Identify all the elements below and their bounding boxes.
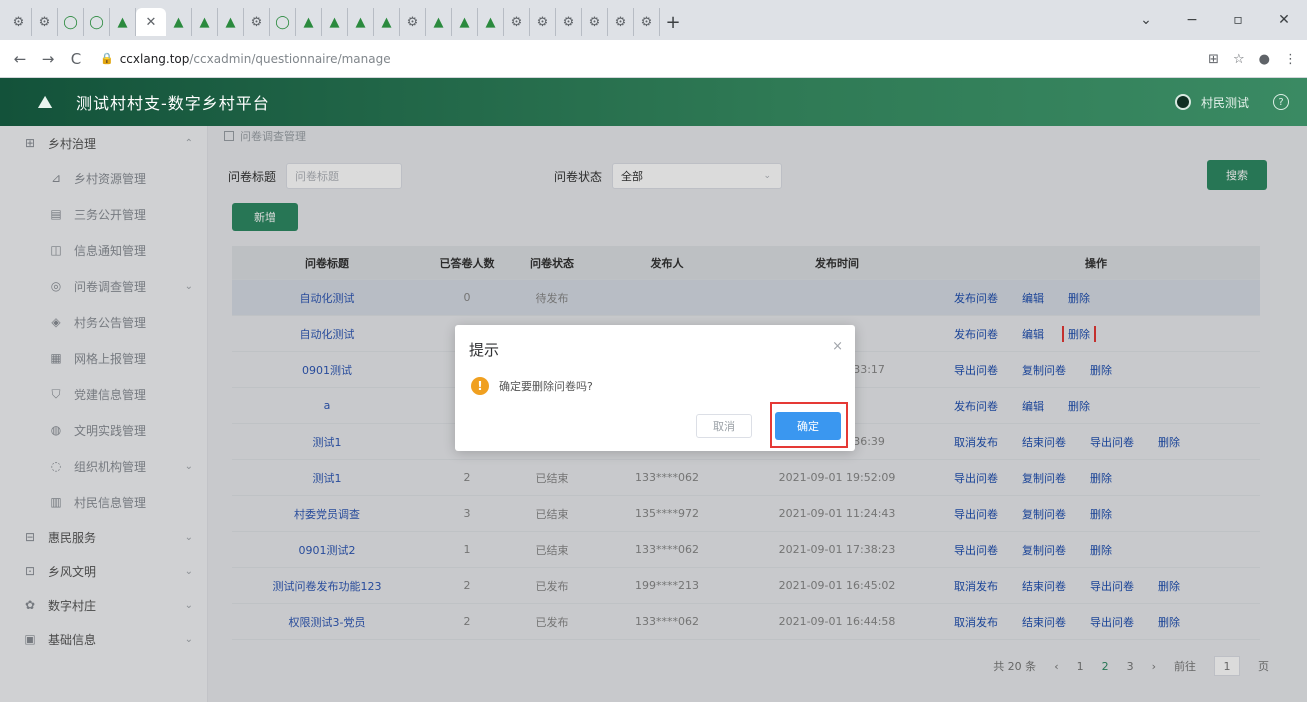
dialog-message-text: 确定要删除问卷吗? <box>499 380 593 393</box>
close-icon[interactable]: × <box>832 339 843 354</box>
tab-favicon-icon: ⚙ <box>562 14 575 30</box>
tab-favicon-icon: ▲ <box>355 14 366 30</box>
dialog-message: ! 确定要删除问卷吗? <box>471 377 593 395</box>
confirm-dialog: 提示 × ! 确定要删除问卷吗? 取消 确定 <box>455 325 855 451</box>
browser-tab-strip: ⚙ ⚙ ◯ ◯ ▲ ✕ ▲ ▲ ▲ ⚙ ◯ ▲ ▲ ▲ ▲ ⚙ ▲ ▲ ▲ ⚙ ⚙ ⚙ ⚙ ⚙ ⚙ + <box>0 0 1307 40</box>
tab-favicon-icon: ▲ <box>199 14 210 30</box>
tab-favicon-icon: ⚙ <box>12 14 25 30</box>
warning-icon: ! <box>471 377 489 395</box>
browser-tab[interactable]: ◯ <box>84 8 110 36</box>
tab-favicon-icon: ◯ <box>89 14 104 30</box>
close-tab-icon[interactable]: ✕ <box>146 15 157 30</box>
tab-favicon-icon: ◯ <box>275 14 290 30</box>
user-area: 村民测试 ? <box>1174 78 1289 126</box>
browser-tab[interactable]: ⚙ <box>582 8 608 36</box>
browser-menu-icon[interactable]: ⋮ <box>1284 52 1297 67</box>
back-button[interactable]: ← <box>6 45 34 73</box>
tab-favicon-icon: ⚙ <box>640 14 653 30</box>
avatar[interactable] <box>1174 94 1191 110</box>
tab-favicon-icon: ▲ <box>381 14 392 30</box>
tab-favicon-icon: ▲ <box>117 14 128 30</box>
minimize-button[interactable]: − <box>1169 0 1215 40</box>
lock-icon: 🔒 <box>100 52 114 65</box>
browser-tab[interactable]: ⚙ <box>6 8 32 36</box>
tab-search-icon[interactable]: ⌄ <box>1123 0 1169 40</box>
browser-tab[interactable]: ⚙ <box>32 8 58 36</box>
app-header: ⛰ 测试村村支-数字乡村平台 村民测试 ? <box>0 78 1307 126</box>
tab-favicon-icon: ▲ <box>485 14 496 30</box>
tab-favicon-icon: ▲ <box>303 14 314 30</box>
toolbar-right: ⊞ ☆ ● ⋮ <box>1208 40 1297 78</box>
tab-favicon-icon: ▲ <box>459 14 470 30</box>
new-tab-button[interactable]: + <box>660 8 686 36</box>
browser-tab[interactable]: ▲ <box>110 8 136 36</box>
tab-list: ⚙ ⚙ ◯ ◯ ▲ ✕ ▲ ▲ ▲ ⚙ ◯ ▲ ▲ ▲ ▲ ⚙ ▲ ▲ ▲ ⚙ ⚙ ⚙ ⚙ ⚙ ⚙ <box>6 4 660 36</box>
browser-tab[interactable]: ◯ <box>58 8 84 36</box>
url-host: ccxlang.top <box>119 51 190 66</box>
app-title: 测试村村支-数字乡村平台 <box>76 94 270 113</box>
browser-tab[interactable]: ▲ <box>348 8 374 36</box>
close-window-button[interactable]: ✕ <box>1261 0 1307 40</box>
browser-tab[interactable]: ▲ <box>322 8 348 36</box>
browser-tab[interactable]: ◯ <box>270 8 296 36</box>
browser-tab-active[interactable]: ✕ <box>136 8 166 36</box>
user-name[interactable]: 村民测试 <box>1201 94 1249 111</box>
tab-favicon-icon: ⚙ <box>588 14 601 30</box>
tab-favicon-icon: ⚙ <box>536 14 549 30</box>
browser-tab[interactable]: ⚙ <box>556 8 582 36</box>
browser-tab[interactable]: ▲ <box>166 8 192 36</box>
tab-favicon-icon: ▲ <box>329 14 340 30</box>
tab-favicon-icon: ▲ <box>433 14 444 30</box>
tab-favicon-icon: ⚙ <box>614 14 627 30</box>
browser-tab[interactable]: ▲ <box>374 8 400 36</box>
help-icon[interactable]: ? <box>1273 94 1289 110</box>
url-field[interactable]: 🔒 ccxlang.top/ccxadmin/questionnaire/man… <box>100 46 1200 72</box>
cancel-button[interactable]: 取消 <box>696 414 752 438</box>
address-bar: ← → C 🔒 ccxlang.top/ccxadmin/questionnai… <box>0 40 1307 78</box>
tab-favicon-icon: ▲ <box>225 14 236 30</box>
tab-favicon-icon: ▲ <box>173 14 184 30</box>
browser-tab[interactable]: ▲ <box>452 8 478 36</box>
browser-tab[interactable]: ⚙ <box>530 8 556 36</box>
confirm-button[interactable]: 确定 <box>775 412 841 440</box>
browser-tab[interactable]: ▲ <box>478 8 504 36</box>
browser-tab[interactable]: ⚙ <box>504 8 530 36</box>
reload-button[interactable]: C <box>62 45 90 73</box>
dialog-title: 提示 <box>469 341 500 359</box>
browser-tab[interactable]: ▲ <box>192 8 218 36</box>
translate-icon[interactable]: ⊞ <box>1208 52 1219 67</box>
tab-favicon-icon: ⚙ <box>406 14 419 30</box>
tab-favicon-icon: ⚙ <box>510 14 523 30</box>
browser-tab[interactable]: ⚙ <box>400 8 426 36</box>
app-logo-icon: ⛰ <box>37 91 53 113</box>
profile-icon[interactable]: ● <box>1259 52 1270 67</box>
forward-button[interactable]: → <box>34 45 62 73</box>
tab-favicon-icon: ⚙ <box>38 14 51 30</box>
bookmark-star-icon[interactable]: ☆ <box>1233 52 1245 67</box>
url-path: /ccxadmin/questionnaire/manage <box>189 51 391 66</box>
tab-favicon-icon: ⚙ <box>250 14 263 30</box>
browser-tab[interactable]: ⚙ <box>608 8 634 36</box>
restore-button[interactable]: ▫ <box>1215 0 1261 40</box>
browser-tab[interactable]: ⚙ <box>244 8 270 36</box>
browser-tab[interactable]: ▲ <box>296 8 322 36</box>
tab-favicon-icon: ◯ <box>63 14 78 30</box>
browser-tab[interactable]: ▲ <box>218 8 244 36</box>
browser-tab[interactable]: ▲ <box>426 8 452 36</box>
browser-tab[interactable]: ⚙ <box>634 8 660 36</box>
